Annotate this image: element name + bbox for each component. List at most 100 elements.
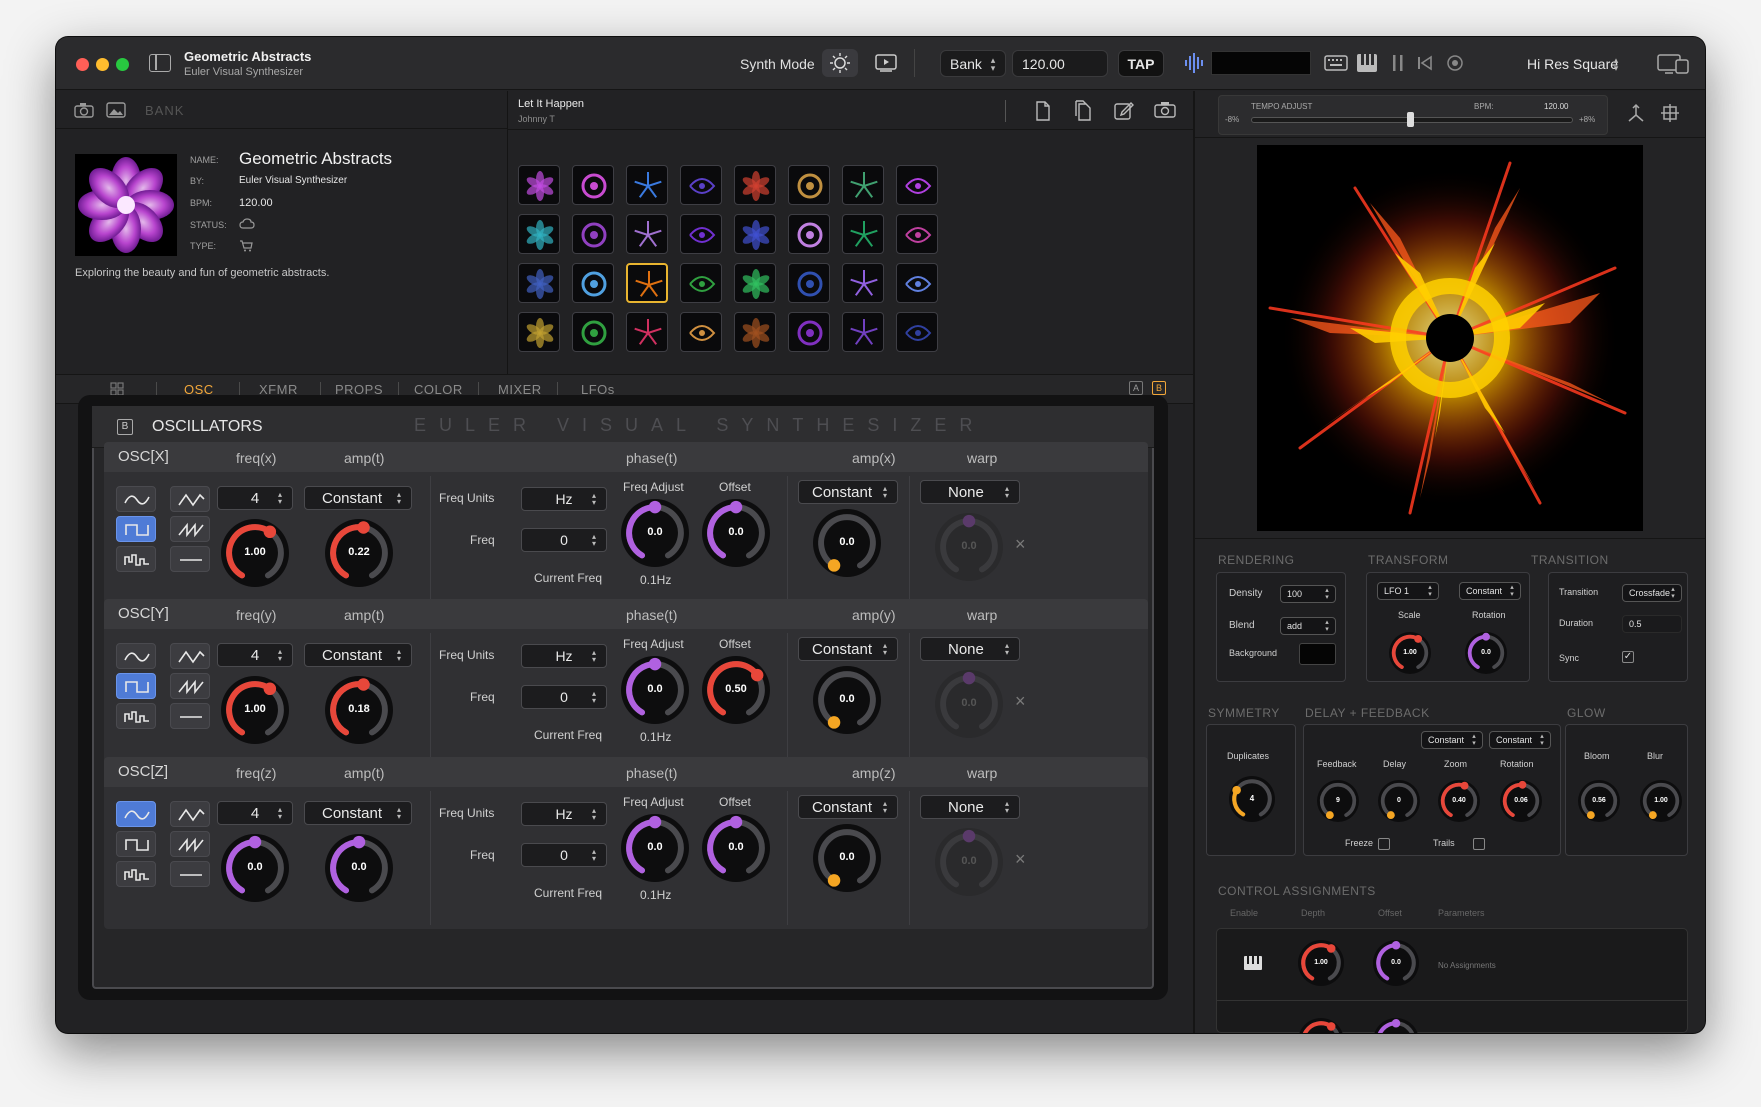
preset-thumbnail[interactable] <box>572 263 614 303</box>
preset-thumbnail[interactable] <box>842 165 884 205</box>
preset-thumbnail[interactable] <box>734 312 776 352</box>
zoom-knob[interactable]: 0.40 <box>1437 779 1481 823</box>
transform-source-1[interactable]: LFO 1 ▴ ▾ <box>1377 582 1439 600</box>
freq-field[interactable]: 0 ▴ ▾ <box>521 685 607 709</box>
zoom-mode-select[interactable]: Constant ▴ ▾ <box>1421 731 1483 749</box>
trails-checkbox[interactable] <box>1473 838 1485 850</box>
amp-knob[interactable]: 0.0 <box>324 833 394 903</box>
duplicates-knob[interactable]: 4 <box>1228 775 1276 823</box>
saw-wave-button[interactable] <box>170 673 210 699</box>
snapshot-camera-icon[interactable] <box>1154 101 1176 118</box>
duplicate-document-icon[interactable] <box>1074 100 1092 121</box>
preset-b-button[interactable]: B <box>1152 381 1166 395</box>
crosshair-grid-icon[interactable] <box>1660 103 1680 123</box>
control-offset-knob-2[interactable] <box>1372 1017 1420 1033</box>
freq-units-select[interactable]: Hz ▴ ▾ <box>521 487 607 511</box>
ampx-knob[interactable]: 0.0 <box>812 823 882 893</box>
preset-thumbnail[interactable] <box>626 214 668 254</box>
duration-field[interactable]: 0.5 <box>1622 615 1682 633</box>
preset-thumbnail[interactable] <box>788 214 830 254</box>
offset-knob[interactable]: 0.50 <box>701 655 771 725</box>
amp-mode-select[interactable]: Constant ▴ ▾ <box>304 643 412 667</box>
display-icon[interactable] <box>1656 52 1690 76</box>
ampx-knob[interactable]: 0.0 <box>812 665 882 735</box>
freq-field[interactable]: 0 ▴ ▾ <box>521 528 607 552</box>
preset-thumbnail[interactable] <box>734 214 776 254</box>
tri-wave-button[interactable] <box>170 643 210 669</box>
freq-knob[interactable]: 1.00 <box>220 518 290 588</box>
piano-icon[interactable] <box>1243 955 1263 971</box>
preset-thumbnail[interactable] <box>680 263 722 303</box>
new-document-icon[interactable] <box>1035 101 1051 121</box>
amp-knob[interactable]: 0.22 <box>324 518 394 588</box>
freq-adjust-knob[interactable]: 0.0 <box>620 655 690 725</box>
preset-thumbnail[interactable] <box>518 312 560 352</box>
clear-warp-icon[interactable]: × <box>1015 849 1026 870</box>
preset-thumbnail[interactable] <box>572 165 614 205</box>
scale-knob[interactable]: 1.00 <box>1388 631 1432 675</box>
preset-thumbnail[interactable] <box>572 214 614 254</box>
preset-thumbnail[interactable] <box>788 312 830 352</box>
warp-select[interactable]: None ▴ ▾ <box>920 637 1020 661</box>
skip-back-icon[interactable] <box>1416 54 1434 72</box>
edit-icon[interactable] <box>1114 100 1134 120</box>
noise-wave-button[interactable] <box>116 861 156 887</box>
pause-icon[interactable] <box>1392 53 1404 73</box>
preset-thumbnail[interactable] <box>680 165 722 205</box>
square-wave-button[interactable] <box>116 516 156 542</box>
freq-knob[interactable]: 1.00 <box>220 675 290 745</box>
preset-thumbnail[interactable] <box>680 214 722 254</box>
amp-mode-select[interactable]: Constant ▴ ▾ <box>304 801 412 825</box>
zoom-window-button[interactable] <box>116 58 129 71</box>
freq-units-select[interactable]: Hz ▴ ▾ <box>521 802 607 826</box>
amp-mode-select[interactable]: Constant ▴ ▾ <box>304 486 412 510</box>
preset-thumbnail[interactable] <box>896 263 938 303</box>
piano-icon[interactable] <box>1356 52 1378 74</box>
preset-thumbnail[interactable] <box>518 214 560 254</box>
sine-wave-button[interactable] <box>116 486 156 512</box>
saw-wave-button[interactable] <box>170 831 210 857</box>
delay-knob[interactable]: 0 <box>1377 779 1421 823</box>
delay-rotation-knob[interactable]: 0.06 <box>1499 779 1543 823</box>
freq-adjust-knob[interactable]: 0.0 <box>620 498 690 568</box>
preset-thumbnail[interactable] <box>788 263 830 303</box>
bank-select[interactable]: Bank ▴ ▾ <box>940 50 1006 77</box>
waveform-icon[interactable] <box>1183 51 1205 75</box>
tri-wave-button[interactable] <box>170 801 210 827</box>
transition-select[interactable]: Crossfade ▴ ▾ <box>1622 584 1682 602</box>
preset-a-button[interactable]: A <box>1129 381 1143 395</box>
preset-thumbnail[interactable] <box>572 312 614 352</box>
square-wave-button[interactable] <box>116 831 156 857</box>
sync-checkbox[interactable]: ✓ <box>1622 651 1634 663</box>
square-wave-button[interactable] <box>116 673 156 699</box>
bloom-knob[interactable]: 0.56 <box>1577 779 1621 823</box>
synth-mode-toggle[interactable] <box>822 49 858 77</box>
offset-knob[interactable]: 0.0 <box>701 813 771 883</box>
transform-rotation-knob[interactable]: 0.0 <box>1464 631 1508 675</box>
flat-wave-button[interactable] <box>170 546 210 572</box>
amp-knob[interactable]: 0.18 <box>324 675 394 745</box>
preset-thumbnail[interactable] <box>896 165 938 205</box>
freq-units-select[interactable]: Hz ▴ ▾ <box>521 644 607 668</box>
flat-wave-button[interactable] <box>170 703 210 729</box>
freq-stepper[interactable]: 4 ▴ ▾ <box>217 801 293 825</box>
feedback-knob[interactable]: 9 <box>1316 779 1360 823</box>
preset-thumbnail[interactable] <box>626 165 668 205</box>
record-icon[interactable] <box>1446 54 1464 72</box>
noise-wave-button[interactable] <box>116 546 156 572</box>
noise-wave-button[interactable] <box>116 703 156 729</box>
freq-field[interactable]: 0 ▴ ▾ <box>521 843 607 867</box>
tempo-slider-thumb[interactable] <box>1407 112 1414 127</box>
sidebar-toggle-icon[interactable] <box>149 54 171 72</box>
clear-warp-icon[interactable]: × <box>1015 534 1026 555</box>
bpm-field[interactable]: 120.00 <box>1012 50 1108 77</box>
freq-knob[interactable]: 0.0 <box>220 833 290 903</box>
sine-wave-button[interactable] <box>116 643 156 669</box>
control-offset-knob[interactable]: 0.0 <box>1372 939 1420 987</box>
freq-stepper[interactable]: 4 ▴ ▾ <box>217 486 293 510</box>
preset-thumbnail[interactable] <box>896 214 938 254</box>
warp-knob[interactable]: 0.0 <box>934 827 1004 897</box>
freeze-checkbox[interactable] <box>1378 838 1390 850</box>
freq-stepper[interactable]: 4 ▴ ▾ <box>217 643 293 667</box>
density-field[interactable]: 100 ▴ ▾ <box>1280 585 1336 603</box>
